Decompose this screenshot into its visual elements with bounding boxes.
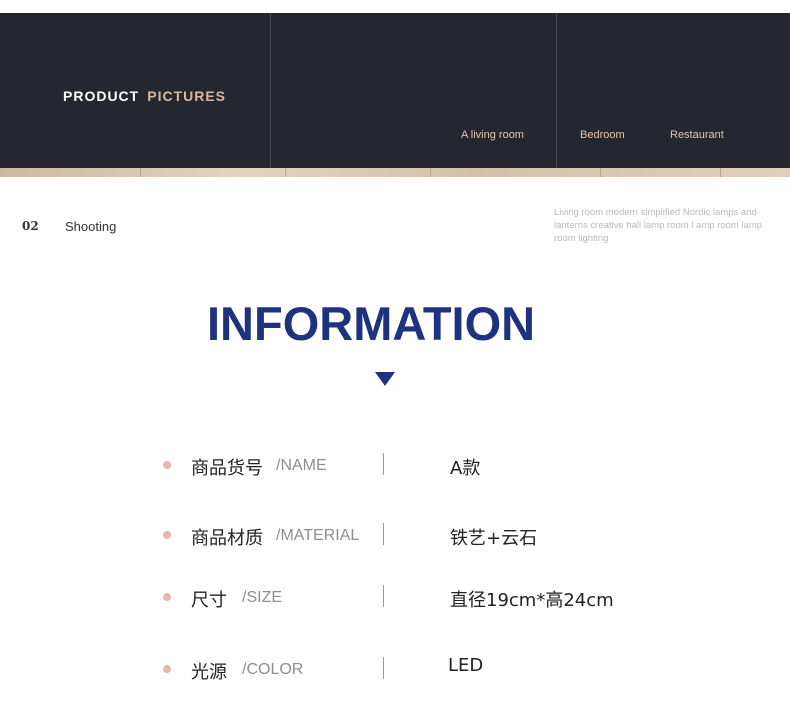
info-label-en: /SIZE xyxy=(242,589,283,606)
bullet-icon xyxy=(163,593,171,601)
bullet-icon xyxy=(163,665,171,673)
room-tab-living-room[interactable]: A living room xyxy=(461,129,524,141)
info-label-en: /COLOR xyxy=(242,661,304,678)
info-separator xyxy=(383,657,384,679)
banner-title: PRODUCT PICTURES xyxy=(63,88,226,104)
info-row-material: 商品材质 /MATERIAL 铁艺+云石 xyxy=(0,521,790,551)
info-value: LED xyxy=(448,655,484,676)
info-value: A款 xyxy=(450,458,481,479)
info-row-name: 商品货号 /NAME A款 xyxy=(0,451,790,481)
info-label-cn: 商品材质 xyxy=(191,528,263,549)
banner-divider xyxy=(556,13,557,168)
info-label-cn: 尺寸 xyxy=(191,590,227,611)
product-description: Living room modern simplified Nordic lam… xyxy=(554,207,763,244)
info-row-light-source: 光源 /COLOR LED xyxy=(0,655,790,685)
info-row-size: 尺寸 /SIZE 直径19cm*高24cm xyxy=(0,583,790,613)
info-value: 铁艺+云石 xyxy=(450,528,538,549)
info-separator xyxy=(383,585,384,607)
top-strip xyxy=(0,0,790,13)
information-title: INFORMATION xyxy=(207,297,536,350)
floor-strip xyxy=(0,168,790,177)
info-separator xyxy=(383,523,384,545)
banner-title-accent: PICTURES xyxy=(147,88,227,104)
section-number: 02 xyxy=(22,219,39,233)
banner-title-primary: PRODUCT xyxy=(63,88,140,104)
bullet-icon xyxy=(163,531,171,539)
room-tab-bedroom[interactable]: Bedroom xyxy=(580,129,625,141)
bullet-icon xyxy=(163,461,171,469)
info-label-en: /MATERIAL xyxy=(276,527,360,544)
info-separator xyxy=(383,453,384,475)
section-label: Shooting xyxy=(65,219,117,234)
banner-divider xyxy=(270,13,271,168)
down-triangle-icon xyxy=(375,372,395,386)
info-label-cn: 商品货号 xyxy=(191,458,263,479)
product-banner: PRODUCT PICTURES A living room Bedroom Re… xyxy=(0,13,790,168)
info-value: 直径19cm*高24cm xyxy=(450,590,614,611)
room-tab-restaurant[interactable]: Restaurant xyxy=(670,129,724,141)
info-label-en: /NAME xyxy=(276,457,327,474)
info-label-cn: 光源 xyxy=(191,662,227,683)
